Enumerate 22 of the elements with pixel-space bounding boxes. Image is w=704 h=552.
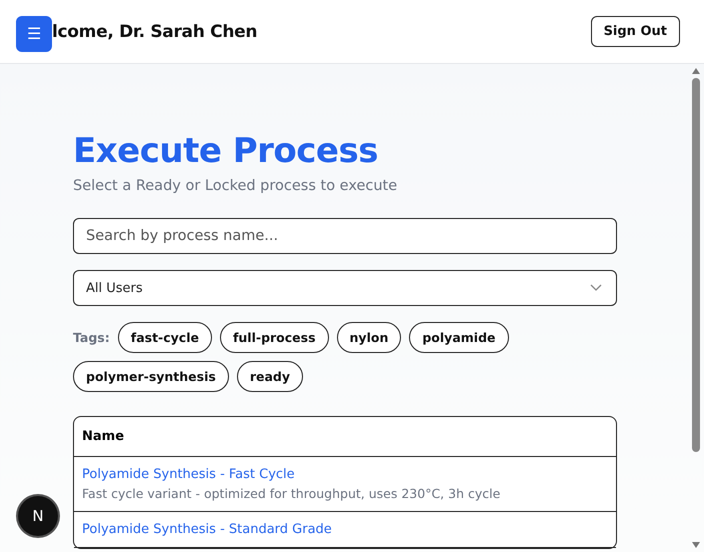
column-header: Name [74,417,616,457]
page-subtitle: Select a Ready or Locked process to execute [73,178,398,194]
dev-badge[interactable]: N [18,496,58,536]
chevron-down-icon [590,284,602,292]
sign-out-button[interactable]: Sign Out [590,16,680,47]
process-link[interactable]: Polyamide Synthesis - Standard Grade [82,522,332,537]
search-field[interactable]: Search by process name... [73,218,617,254]
menu-button[interactable]: ☰ [16,16,52,52]
tag-chip[interactable]: polyamide [409,322,508,353]
user-filter-dropdown[interactable]: All Users [73,270,617,306]
tag-chip[interactable]: fast-cycle [118,322,212,353]
tag-chip[interactable]: ready [236,361,304,392]
process-link[interactable]: Polyamide Synthesis - Fast Cycle [82,467,295,482]
process-description: Fast cycle variant - optimized for throughput, uses 230°C, 3h cycle [82,486,502,501]
page-title: Execute Process [73,130,379,173]
tags-label: Tags: [73,330,110,345]
tag-chip[interactable]: full-process [220,322,329,353]
scroll-up-icon[interactable] [692,68,700,74]
scroll-down-icon[interactable] [692,542,700,548]
greeting-text: lcome, Dr. Sarah Chen [52,22,258,42]
tag-chip[interactable]: nylon [336,322,402,353]
tag-chip[interactable]: polymer-synthesis [73,361,229,392]
